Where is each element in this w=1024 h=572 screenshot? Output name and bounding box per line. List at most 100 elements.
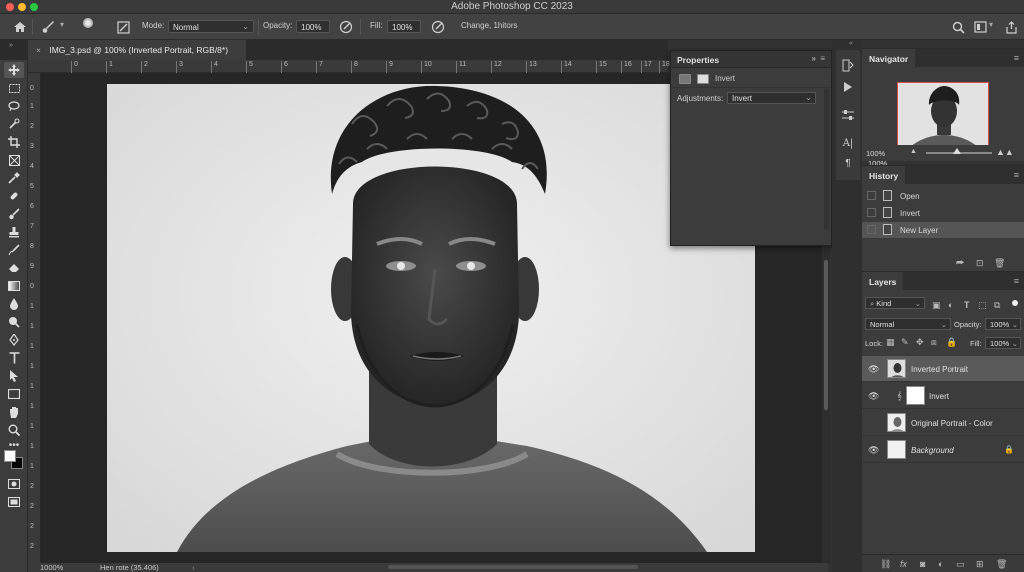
add-mask-icon[interactable]: ◙ bbox=[920, 559, 925, 569]
lock-position-icon[interactable]: ✥ bbox=[916, 337, 924, 348]
workspace-icon[interactable] bbox=[972, 19, 988, 35]
layer-row-invert[interactable]: 👁 𝄞 Invert bbox=[862, 383, 1024, 409]
vertical-scrollbar[interactable] bbox=[822, 250, 830, 563]
stamp-tool-icon[interactable] bbox=[4, 224, 24, 240]
panel-menu-icon[interactable]: ≡ bbox=[1014, 170, 1019, 180]
chevron-down-icon[interactable]: ▾ bbox=[989, 20, 993, 29]
layer-filter-select[interactable]: ⌕ Kind ⌄ bbox=[865, 297, 925, 309]
adjustments-panel-icon[interactable] bbox=[840, 108, 856, 122]
zoom-slider-handle[interactable] bbox=[953, 148, 962, 154]
lock-artboard-icon[interactable]: ⧈ bbox=[931, 337, 937, 348]
history-item[interactable]: Open bbox=[862, 188, 1024, 204]
navigator-preview[interactable] bbox=[897, 82, 989, 148]
new-group-icon[interactable]: ▭ bbox=[956, 559, 965, 570]
blend-mode-select[interactable]: Normal ⌄ bbox=[865, 318, 951, 330]
link-layers-icon[interactable]: ⛓ bbox=[880, 559, 891, 570]
rectangle-tool-icon[interactable] bbox=[4, 386, 24, 402]
airbrush-icon[interactable] bbox=[430, 19, 446, 35]
marquee-tool-icon[interactable] bbox=[4, 80, 24, 96]
chevron-down-icon[interactable]: ▾ bbox=[60, 20, 64, 29]
pixel-filter-icon[interactable]: ▣ bbox=[932, 300, 941, 311]
collapse-icon[interactable]: » bbox=[9, 42, 13, 49]
history-brush-source-checkbox[interactable] bbox=[867, 208, 876, 217]
smart-object-filter-icon[interactable]: ⧉ bbox=[994, 300, 1000, 311]
history-item[interactable]: Invert bbox=[862, 205, 1024, 221]
quick-selection-tool-icon[interactable] bbox=[4, 116, 24, 132]
eye-icon[interactable]: 👁 bbox=[868, 364, 879, 374]
link-icon[interactable]: 𝄞 bbox=[897, 391, 902, 401]
panel-menu-icon[interactable]: » ≡ bbox=[811, 54, 825, 63]
move-tool-icon[interactable] bbox=[4, 62, 24, 78]
type-tool-icon[interactable] bbox=[4, 350, 24, 366]
adjustments-select[interactable]: Invert ⌄ bbox=[727, 92, 816, 104]
character-panel-icon[interactable]: A| bbox=[840, 136, 856, 150]
close-icon[interactable]: × bbox=[36, 45, 41, 55]
history-brush-source-checkbox[interactable] bbox=[867, 225, 876, 234]
brush-preset-icon[interactable] bbox=[80, 17, 96, 33]
healing-brush-tool-icon[interactable] bbox=[4, 188, 24, 204]
search-icon[interactable] bbox=[950, 19, 966, 35]
gradient-tool-icon[interactable] bbox=[4, 278, 24, 294]
navigator-zoom-slider[interactable] bbox=[926, 148, 992, 154]
trash-icon[interactable]: 🗑 bbox=[996, 559, 1007, 570]
navigator-zoom-value[interactable]: 100% bbox=[866, 149, 885, 158]
layer-mask-thumbnail[interactable] bbox=[906, 386, 925, 405]
mask-icon[interactable] bbox=[697, 74, 709, 84]
history-item-selected[interactable]: New Layer bbox=[862, 222, 1024, 238]
share-icon[interactable] bbox=[1003, 19, 1019, 35]
new-adjustment-layer-icon[interactable]: ◐ bbox=[938, 559, 943, 569]
filter-toggle[interactable] bbox=[1012, 300, 1018, 306]
properties-scrollbar[interactable] bbox=[824, 89, 829, 229]
pressure-opacity-icon[interactable] bbox=[338, 19, 354, 35]
fx-icon[interactable]: fx bbox=[900, 559, 907, 569]
chevron-right-icon[interactable]: › bbox=[192, 563, 195, 572]
new-layer-icon[interactable]: ⊞ bbox=[976, 559, 984, 570]
paragraph-panel-icon[interactable]: ¶ bbox=[840, 156, 856, 170]
layers-tab[interactable]: Layers bbox=[862, 272, 904, 290]
fill-field[interactable]: 100% bbox=[387, 20, 421, 33]
screen-mode-icon[interactable] bbox=[4, 494, 24, 510]
home-icon[interactable] bbox=[12, 19, 28, 35]
frame-tool-icon[interactable] bbox=[4, 152, 24, 168]
mode-select[interactable]: Normal ⌄ bbox=[168, 20, 254, 33]
default-colors-icon[interactable] bbox=[4, 440, 10, 446]
layer-fill-field[interactable]: 100% ⌄ bbox=[985, 337, 1021, 349]
scrollbar-thumb[interactable] bbox=[824, 260, 828, 410]
collapse-icon[interactable]: « bbox=[849, 40, 853, 47]
document-tab[interactable]: × IMG_3.psd @ 100% (Inverted Portrait, R… bbox=[28, 40, 246, 60]
zoom-in-icon[interactable]: ▲▲ bbox=[996, 147, 1014, 157]
panel-menu-icon[interactable]: ≡ bbox=[1014, 276, 1019, 286]
lock-image-pixels-icon[interactable]: ✎ bbox=[901, 337, 909, 348]
type-filter-icon[interactable]: T bbox=[964, 300, 970, 310]
history-brush-tool-icon[interactable] bbox=[4, 242, 24, 258]
eye-icon[interactable]: 👁 bbox=[868, 391, 879, 401]
pen-tool-icon[interactable] bbox=[4, 332, 24, 348]
navigator-tab[interactable]: Navigator bbox=[862, 49, 916, 67]
history-tab[interactable]: History bbox=[862, 166, 906, 184]
quick-mask-icon[interactable] bbox=[4, 476, 24, 492]
layer-opacity-field[interactable]: 100% ⌄ bbox=[985, 318, 1021, 330]
hand-tool-icon[interactable] bbox=[4, 404, 24, 420]
play-actions-icon[interactable] bbox=[840, 80, 856, 94]
lasso-tool-icon[interactable] bbox=[4, 98, 24, 114]
new-snapshot-icon[interactable]: ⮫ bbox=[956, 258, 964, 269]
path-selection-tool-icon[interactable] bbox=[4, 368, 24, 384]
status-zoom[interactable]: 1000% bbox=[40, 563, 63, 572]
eyedropper-tool-icon[interactable] bbox=[4, 170, 24, 186]
adjustment-layer-icon[interactable] bbox=[679, 74, 691, 84]
history-brush-source-checkbox[interactable] bbox=[867, 191, 876, 200]
foreground-color-swatch[interactable] bbox=[4, 450, 16, 462]
zoom-tool-icon[interactable] bbox=[4, 422, 24, 438]
opacity-field[interactable]: 100% bbox=[296, 20, 330, 33]
brush-tool-icon[interactable] bbox=[40, 19, 56, 35]
horizontal-scrollbar-thumb[interactable] bbox=[388, 565, 638, 569]
eraser-tool-icon[interactable] bbox=[4, 260, 24, 276]
crop-tool-icon[interactable] bbox=[4, 134, 24, 150]
layer-row-original-portrait[interactable]: 👁 Original Portrait - Color bbox=[862, 410, 1024, 436]
trash-icon[interactable]: 🗑 bbox=[994, 258, 1005, 269]
lock-transparent-pixels-icon[interactable]: ▦ bbox=[886, 337, 895, 348]
blur-tool-icon[interactable] bbox=[4, 296, 24, 312]
shape-filter-icon[interactable]: ⬚ bbox=[978, 300, 987, 311]
layer-row-inverted-portrait[interactable]: 👁 Inverted Portrait bbox=[862, 356, 1024, 382]
panel-menu-icon[interactable]: ≡ bbox=[1014, 53, 1019, 63]
